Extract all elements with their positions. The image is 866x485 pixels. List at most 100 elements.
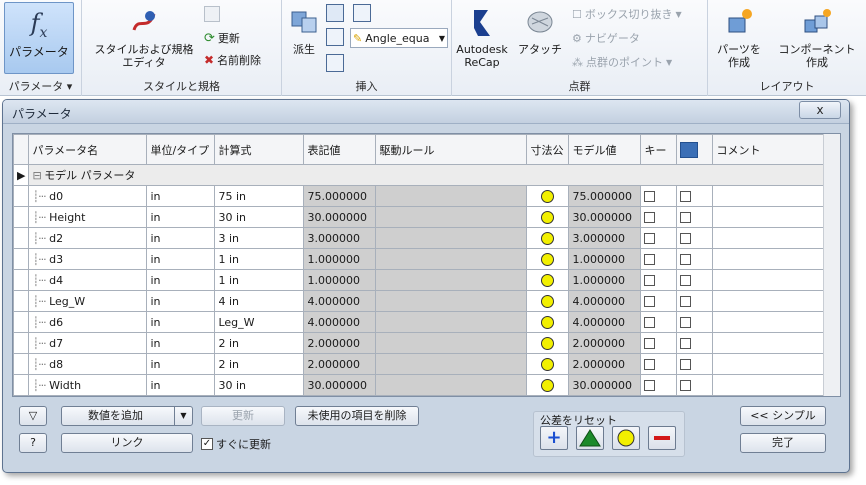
export-cell[interactable] bbox=[676, 227, 714, 249]
filter-button[interactable]: ▽ bbox=[19, 406, 47, 426]
export-cell[interactable] bbox=[676, 290, 714, 312]
table-row[interactable]: ┊··· Leg_W in 4 in 4.000000 4.000000 bbox=[13, 290, 830, 312]
tolerance-nominal-button[interactable] bbox=[612, 426, 640, 450]
col-header-name[interactable]: パラメータ名 bbox=[28, 134, 148, 165]
export-cell[interactable] bbox=[676, 185, 714, 207]
key-checkbox[interactable] bbox=[644, 233, 656, 244]
key-checkbox[interactable] bbox=[644, 212, 656, 223]
comment-cell[interactable] bbox=[712, 185, 830, 207]
comment-cell[interactable] bbox=[712, 311, 830, 333]
col-header-comment[interactable]: コメント bbox=[712, 134, 830, 165]
key-checkbox[interactable] bbox=[644, 317, 656, 328]
key-cell[interactable] bbox=[640, 353, 678, 375]
unit-cell[interactable]: in bbox=[146, 227, 216, 249]
table-row[interactable]: ┊··· Width in 30 in 30.000000 30.000000 bbox=[13, 374, 830, 396]
export-checkbox[interactable] bbox=[680, 296, 692, 307]
export-cell[interactable] bbox=[676, 374, 714, 396]
immediate-update-option[interactable]: ✓ すぐに更新 bbox=[201, 436, 271, 452]
style-small-button[interactable] bbox=[204, 6, 220, 22]
tolerance-cell[interactable] bbox=[526, 185, 570, 207]
tolerance-cell[interactable] bbox=[526, 332, 570, 354]
equation-cell[interactable]: 30 in bbox=[214, 374, 305, 396]
key-cell[interactable] bbox=[640, 227, 678, 249]
tolerance-cell[interactable] bbox=[526, 248, 570, 270]
key-checkbox[interactable] bbox=[644, 254, 656, 265]
param-name-cell[interactable]: ┊··· d8 bbox=[28, 353, 148, 375]
export-cell[interactable] bbox=[676, 311, 714, 333]
unit-cell[interactable]: in bbox=[146, 353, 216, 375]
tolerance-upper-button[interactable]: + bbox=[540, 426, 568, 450]
tolerance-lower-button[interactable] bbox=[648, 426, 676, 450]
parameters-panel-title[interactable]: パラメータ ▾ bbox=[0, 78, 81, 94]
immediate-update-checkbox[interactable]: ✓ bbox=[201, 438, 213, 450]
equation-cell[interactable]: 1 in bbox=[214, 269, 305, 291]
close-button[interactable]: x bbox=[799, 101, 841, 119]
comment-cell[interactable] bbox=[712, 206, 830, 228]
equation-cell[interactable]: 30 in bbox=[214, 206, 305, 228]
purge-button[interactable]: ✖ 名前削除 bbox=[204, 52, 261, 68]
export-cell[interactable] bbox=[676, 248, 714, 270]
insert-tool-1[interactable] bbox=[326, 4, 371, 22]
unit-cell[interactable]: in bbox=[146, 374, 216, 396]
derive-button[interactable]: 派生 bbox=[286, 6, 322, 56]
key-checkbox[interactable] bbox=[644, 380, 656, 391]
done-button[interactable]: 完了 bbox=[740, 433, 826, 453]
param-name-cell[interactable]: ┊··· Width bbox=[28, 374, 148, 396]
export-checkbox[interactable] bbox=[680, 338, 692, 349]
equation-cell[interactable]: 3 in bbox=[214, 227, 305, 249]
box-cut-button[interactable]: ☐ ボックス切り抜き ▼ bbox=[572, 6, 682, 22]
unit-cell[interactable]: in bbox=[146, 248, 216, 270]
recap-button[interactable]: Autodesk ReCap bbox=[454, 6, 510, 69]
export-checkbox[interactable] bbox=[680, 359, 692, 370]
key-cell[interactable] bbox=[640, 374, 678, 396]
attach-button[interactable]: アタッチ bbox=[512, 6, 568, 56]
tolerance-cell[interactable] bbox=[526, 227, 570, 249]
param-name-cell[interactable]: ┊··· d2 bbox=[28, 227, 148, 249]
param-name-cell[interactable]: ┊··· d0 bbox=[28, 185, 148, 207]
export-checkbox[interactable] bbox=[680, 317, 692, 328]
export-cell[interactable] bbox=[676, 206, 714, 228]
unit-cell[interactable]: in bbox=[146, 290, 216, 312]
help-button[interactable]: ? bbox=[19, 433, 47, 453]
export-cell[interactable] bbox=[676, 332, 714, 354]
export-checkbox[interactable] bbox=[680, 380, 692, 391]
key-cell[interactable] bbox=[640, 206, 678, 228]
export-cell[interactable] bbox=[676, 269, 714, 291]
comment-cell[interactable] bbox=[712, 227, 830, 249]
tolerance-median-button[interactable] bbox=[576, 426, 604, 450]
insert-tool-3[interactable] bbox=[326, 54, 344, 72]
export-cell[interactable] bbox=[676, 353, 714, 375]
chevron-down-icon[interactable]: ▼ bbox=[174, 407, 192, 425]
param-name-cell[interactable]: ┊··· Height bbox=[28, 206, 148, 228]
tolerance-cell[interactable] bbox=[526, 290, 570, 312]
table-row[interactable]: ┊··· d3 in 1 in 1.000000 1.000000 bbox=[13, 248, 830, 270]
tolerance-cell[interactable] bbox=[526, 374, 570, 396]
unit-cell[interactable]: in bbox=[146, 269, 216, 291]
key-cell[interactable] bbox=[640, 311, 678, 333]
key-checkbox[interactable] bbox=[644, 191, 656, 202]
tolerance-cell[interactable] bbox=[526, 311, 570, 333]
col-header-export[interactable] bbox=[676, 134, 714, 165]
table-row[interactable]: ┊··· d6 in Leg_W 4.000000 4.000000 bbox=[13, 311, 830, 333]
equation-cell[interactable]: 75 in bbox=[214, 185, 305, 207]
add-numeric-button[interactable]: 数値を追加 ▼ bbox=[61, 406, 193, 426]
purge-unused-button[interactable]: 未使用の項目を削除 bbox=[295, 406, 419, 426]
make-part-button[interactable]: パーツを 作成 bbox=[710, 6, 768, 69]
unit-cell[interactable]: in bbox=[146, 311, 216, 333]
key-checkbox[interactable] bbox=[644, 275, 656, 286]
comment-cell[interactable] bbox=[712, 353, 830, 375]
style-editor-button[interactable]: スタイルおよび規格 エディタ bbox=[88, 6, 200, 69]
link-button[interactable]: リンク bbox=[61, 433, 193, 453]
parameters-button[interactable]: fx パラメータ bbox=[4, 2, 74, 74]
comment-cell[interactable] bbox=[712, 248, 830, 270]
group-label-cell[interactable]: ⊟ モデル パラメータ bbox=[28, 164, 147, 186]
table-row[interactable]: ┊··· d4 in 1 in 1.000000 1.000000 bbox=[13, 269, 830, 291]
param-name-cell[interactable]: ┊··· d6 bbox=[28, 311, 148, 333]
comment-cell[interactable] bbox=[712, 290, 830, 312]
vertical-scrollbar[interactable] bbox=[823, 134, 840, 396]
key-checkbox[interactable] bbox=[644, 359, 656, 370]
unit-cell[interactable]: in bbox=[146, 185, 216, 207]
col-header-model-value[interactable]: モデル値 bbox=[568, 134, 642, 165]
equation-cell[interactable]: 1 in bbox=[214, 248, 305, 270]
param-name-cell[interactable]: ┊··· d4 bbox=[28, 269, 148, 291]
